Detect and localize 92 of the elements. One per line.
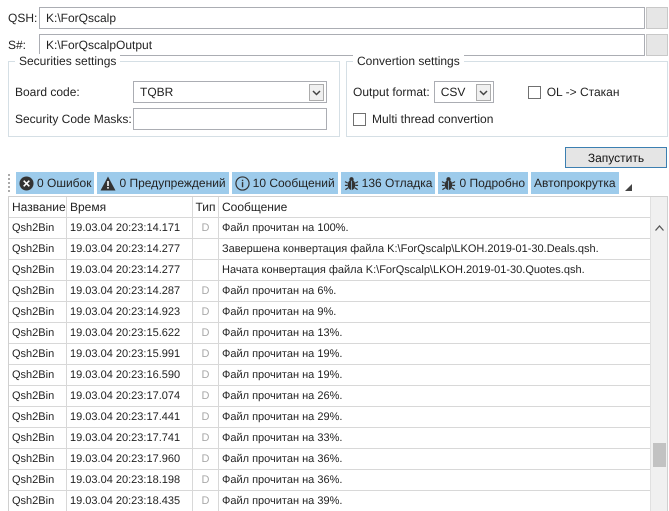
- table-cell: 19.03.04 20:23:14.923: [70, 306, 180, 318]
- checkbox[interactable]: [528, 86, 541, 98]
- table-cell: Файл прочитан на 26%.: [222, 390, 342, 402]
- table-cell: Файл прочитан на 19%.: [222, 369, 342, 381]
- masks-label: Security Code Masks:: [15, 112, 133, 126]
- warning-icon: [100, 176, 116, 190]
- table-cell: 19.03.04 20:23:17.441: [70, 411, 180, 423]
- table-cell: Файл прочитан на 19%.: [222, 348, 342, 360]
- checkbox[interactable]: [353, 112, 366, 126]
- table-cell: D: [202, 327, 210, 339]
- filter-button[interactable]: 0 Ошибок: [16, 172, 94, 194]
- table-cell: Qsh2Bin: [12, 306, 54, 318]
- group-title: Securities settings: [15, 54, 120, 68]
- table-cell: 19.03.04 20:23:17.074: [70, 390, 180, 402]
- bug-icon: [344, 176, 359, 190]
- checkbox-label: Multi thread convertion: [372, 112, 494, 126]
- table-cell: Qsh2Bin: [12, 264, 54, 276]
- filter-button[interactable]: 10 Сообщений: [232, 172, 338, 194]
- table-cell: Файл прочитан на 29%.: [222, 411, 342, 423]
- scroll-up-icon[interactable]: [654, 225, 664, 231]
- error-icon: [19, 176, 34, 190]
- table-cell: 19.03.04 20:23:15.622: [70, 327, 180, 339]
- table-cell: 19.03.04 20:23:14.277: [70, 264, 180, 276]
- table-cell: Qsh2Bin: [12, 495, 54, 507]
- table-cell: 19.03.04 20:23:14.287: [70, 285, 180, 297]
- table-cell: 19.03.04 20:23:18.435: [70, 495, 180, 507]
- path-field[interactable]: K:\ForQscalpOutput: [39, 34, 645, 56]
- table-cell: Файл прочитан на 33%.: [222, 432, 342, 444]
- table-cell: 19.03.04 20:23:14.277: [70, 243, 180, 255]
- table-cell: D: [202, 432, 210, 444]
- column-header[interactable]: Тип: [193, 197, 219, 217]
- table-cell: 19.03.04 20:23:17.960: [70, 453, 180, 465]
- column-header[interactable]: Название: [9, 197, 67, 217]
- table-cell: D: [202, 348, 210, 360]
- board-code-label: Board code:: [15, 85, 81, 99]
- path-field[interactable]: K:\ForQscalp: [39, 7, 645, 29]
- table-cell: 19.03.04 20:23:15.991: [70, 348, 180, 360]
- table-cell: Qsh2Bin: [12, 474, 54, 486]
- column-header[interactable]: Время: [67, 197, 193, 217]
- run-button[interactable]: Запустить: [565, 147, 667, 168]
- table-cell: D: [202, 411, 210, 423]
- table-cell: Qsh2Bin: [12, 222, 54, 234]
- table-cell: Файл прочитан на 13%.: [222, 327, 342, 339]
- table-cell: Qsh2Bin: [12, 432, 54, 444]
- table-cell: Qsh2Bin: [12, 285, 54, 297]
- table-cell: Файл прочитан на 36%.: [222, 453, 342, 465]
- table-cell: 19.03.04 20:23:14.171: [70, 222, 180, 234]
- table-cell: Файл прочитан на 36%.: [222, 474, 342, 486]
- table-cell: Qsh2Bin: [12, 243, 54, 255]
- table-cell: 19.03.04 20:23:17.741: [70, 432, 180, 444]
- table-cell: D: [202, 306, 210, 318]
- scrollbar[interactable]: [650, 197, 667, 511]
- table-cell: Файл прочитан на 100%.: [222, 222, 349, 234]
- table-cell: Qsh2Bin: [12, 411, 54, 423]
- overflow-icon[interactable]: [624, 184, 632, 191]
- table-cell: Файл прочитан на 9%.: [222, 306, 336, 318]
- table-cell: Завершена конвертация файла K:\ForQscalp\LKOH.2019-01-30.Deals.qsh.: [222, 243, 599, 255]
- table-cell: D: [202, 369, 210, 381]
- info-icon: [234, 176, 250, 190]
- table-cell: Qsh2Bin: [12, 327, 54, 339]
- table-cell: 19.03.04 20:23:18.198: [70, 474, 180, 486]
- table-cell: D: [202, 474, 210, 486]
- table-cell: 19.03.04 20:23:16.590: [70, 369, 180, 381]
- filter-button[interactable]: 136 Отладка: [340, 172, 436, 194]
- output-format-dropdown[interactable]: CSV: [434, 81, 494, 103]
- column-header[interactable]: Сообщение: [219, 197, 650, 217]
- output-format-label: Output format:: [353, 85, 430, 99]
- table-cell: D: [202, 390, 210, 402]
- bug-icon: [441, 176, 456, 190]
- table-cell: D: [202, 285, 210, 297]
- table-cell: Qsh2Bin: [12, 390, 54, 402]
- browse-button[interactable]: [646, 34, 668, 56]
- board-code-dropdown[interactable]: TQBR: [133, 81, 327, 103]
- table-cell: Qsh2Bin: [12, 348, 54, 360]
- table-cell: Qsh2Bin: [12, 453, 54, 465]
- table-cell: Файл прочитан на 6%.: [222, 285, 336, 297]
- group-title: Convertion settings: [353, 54, 464, 68]
- filter-button[interactable]: 0 Подробно: [438, 172, 528, 194]
- scroll-thumb[interactable]: [652, 443, 666, 467]
- table-cell: D: [202, 495, 210, 507]
- masks-field[interactable]: [133, 108, 327, 130]
- filter-button[interactable]: Автопрокрутка: [531, 172, 618, 194]
- checkbox-label: OL -> Стакан: [546, 85, 620, 99]
- table-cell: D: [202, 453, 210, 465]
- path-label: S#:: [8, 38, 28, 52]
- table-cell: Файл прочитан на 39%.: [222, 495, 342, 507]
- table-cell: D: [202, 222, 210, 234]
- path-label: QSH:: [8, 11, 38, 25]
- table-cell: Qsh2Bin: [12, 369, 54, 381]
- browse-button[interactable]: [646, 7, 668, 29]
- table-cell: Начата конвертация файла K:\ForQscalp\LKOH.2019-01-30.Quotes.qsh.: [222, 264, 585, 276]
- filter-button[interactable]: 0 Предупреждений: [97, 172, 229, 194]
